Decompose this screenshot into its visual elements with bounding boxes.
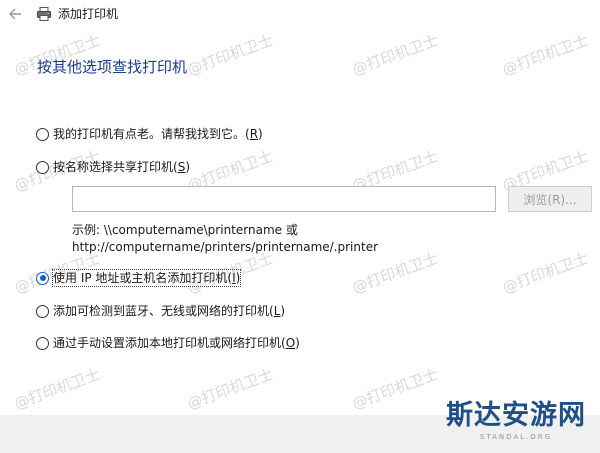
radio-button[interactable]	[36, 160, 49, 174]
window-title: 添加打印机	[58, 7, 119, 21]
radio-button[interactable]	[36, 304, 49, 318]
footer-bar	[0, 415, 600, 453]
radio-button-selected[interactable]	[36, 271, 49, 285]
back-arrow-icon[interactable]	[6, 4, 26, 24]
radio-button[interactable]	[36, 127, 49, 141]
browse-button[interactable]: 浏览(R)...	[508, 186, 592, 212]
watermark-text: @打印机卫士	[11, 365, 103, 413]
watermark-text: @打印机卫士	[184, 31, 276, 79]
option-label: 使用 IP 地址或主机名添加打印机(I)	[51, 269, 242, 287]
radio-button[interactable]	[36, 336, 49, 350]
watermark-text: @打印机卫士	[499, 249, 591, 297]
option-label: 添加可检测到蓝牙、无线或网络的打印机(L)	[53, 304, 286, 318]
option-ip-address[interactable]: 使用 IP 地址或主机名添加打印机(I)	[36, 269, 242, 287]
option-label: 通过手动设置添加本地打印机或网络打印机(O)	[53, 336, 300, 350]
watermark-text: @打印机卫士	[349, 31, 441, 79]
title-bar: 添加打印机	[0, 0, 600, 30]
watermark-text: @打印机卫士	[349, 365, 441, 413]
watermark-text: @打印机卫士	[184, 365, 276, 413]
shared-printer-name-input[interactable]	[72, 186, 496, 212]
option-old-printer[interactable]: 我的打印机有点老。请帮我找到它。(R)	[36, 125, 263, 143]
option-label: 我的打印机有点老。请帮我找到它。(R)	[53, 127, 263, 141]
watermark-text: @打印机卫士	[499, 31, 591, 79]
page-heading: 按其他选项查找打印机	[37, 58, 188, 76]
printer-icon	[36, 6, 52, 22]
option-manual-local-or-network[interactable]: 通过手动设置添加本地打印机或网络打印机(O)	[36, 334, 300, 352]
example-text-line-1: 示例: \\computername\printername 或	[72, 223, 298, 237]
option-shared-printer-by-name[interactable]: 按名称选择共享打印机(S)	[36, 158, 190, 176]
option-label: 按名称选择共享打印机(S)	[53, 160, 191, 174]
example-text-line-2: http://computername/printers/printername…	[72, 240, 379, 254]
option-bluetooth-wireless-network[interactable]: 添加可检测到蓝牙、无线或网络的打印机(L)	[36, 302, 285, 320]
